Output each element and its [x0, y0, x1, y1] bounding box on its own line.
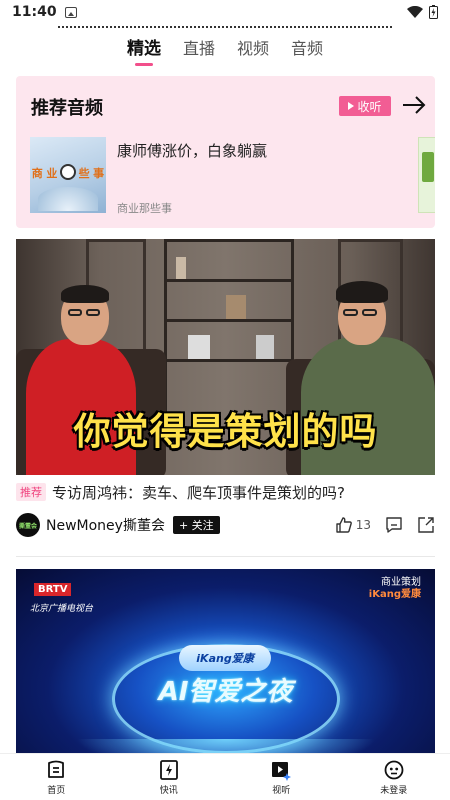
cover-char: 些 — [78, 167, 90, 180]
flash-icon — [159, 759, 178, 780]
bottom-navigation: 首页 快讯 视听 未登录 — [0, 753, 450, 800]
book — [226, 295, 246, 319]
guest-hair — [61, 285, 109, 303]
headphones-icon — [60, 164, 76, 180]
audio-section-title: 推荐音频 — [31, 98, 103, 119]
comment-icon[interactable] — [385, 516, 403, 534]
shelf — [164, 319, 294, 322]
avatar-text: 撕董会 — [18, 522, 37, 530]
avatar[interactable]: 撕董会 — [16, 513, 40, 537]
nav-video[interactable]: 视听 — [225, 754, 338, 800]
tab-live[interactable]: 直播 — [183, 34, 215, 64]
active-tab-indicator — [134, 63, 153, 66]
podcast-title[interactable]: 康师傅涨价，白象躺赢 — [117, 140, 267, 161]
status-time: 11:40 — [12, 4, 57, 20]
nav-flash[interactable]: 快讯 — [113, 754, 226, 800]
follow-button[interactable]: + 关注 — [172, 516, 220, 534]
play-icon — [348, 102, 355, 110]
video-caption: 你觉得是策划的吗 — [73, 410, 378, 453]
station-name: 北京广播电视台 — [30, 604, 94, 614]
arrow-right-icon[interactable] — [402, 94, 426, 116]
stage-glow — [76, 739, 376, 753]
guest-glasses — [68, 309, 82, 316]
tab-audio[interactable]: 音频 — [291, 34, 323, 64]
video-thumbnail-interview[interactable]: 你觉得是策划的吗 — [16, 239, 435, 475]
status-indicators — [407, 5, 438, 19]
like-count: 13 — [355, 518, 371, 532]
author-name[interactable]: NewMoney撕董会 — [46, 515, 165, 535]
shelf — [164, 279, 294, 282]
listen-button-label: 收听 — [357, 99, 382, 114]
like-button[interactable]: 13 — [335, 516, 371, 534]
tab-live-label: 直播 — [182, 39, 215, 58]
tab-audio-label: 音频 — [291, 39, 324, 58]
video-icon — [272, 761, 292, 781]
brand-cloud: iKang爱康 — [179, 645, 271, 671]
top-tabs: 精选 直播 视频 音频 — [0, 34, 450, 66]
podcast-source: 商业那些事 — [117, 202, 172, 215]
nav-profile-label: 未登录 — [380, 785, 408, 796]
recommended-audio-card: 推荐音频 收听 商 业 些 事 康师傅涨价，白象躺赢 商业那些事 — [16, 76, 435, 228]
article-actions: 13 — [335, 516, 435, 534]
sponsor-label: 商业策划 — [381, 577, 421, 588]
video-thumbnail-ai-night[interactable]: BRTV 北京广播电视台 商业策划 iKang爱康 iKang爱康 AI智爱之夜 — [16, 569, 435, 753]
nav-home[interactable]: 首页 — [0, 754, 113, 800]
nav-profile[interactable]: 未登录 — [338, 754, 450, 800]
tab-featured[interactable]: 精选 — [126, 34, 161, 66]
status-divider — [58, 26, 392, 28]
image-notification-icon — [64, 6, 77, 18]
sponsor-badge: 商业策划 iKang爱康 — [369, 577, 421, 601]
feed-divider — [16, 556, 435, 557]
photo-frame — [188, 335, 210, 359]
event-headline: AI智爱之夜 — [158, 677, 293, 707]
battery-icon — [429, 5, 438, 19]
tab-video[interactable]: 视频 — [237, 34, 269, 64]
wifi-icon — [407, 6, 423, 18]
tab-featured-label: 精选 — [126, 39, 161, 59]
cover-char: 业 — [46, 167, 58, 180]
cover-char: 事 — [93, 167, 105, 180]
cover-globe — [38, 187, 98, 211]
article-title-row[interactable]: 推荐 专访周鸿祎：卖车、爬车顶事件是策划的吗? — [16, 482, 435, 502]
host-hair — [336, 281, 388, 303]
guest-glasses — [86, 309, 100, 316]
recommend-badge: 推荐 — [16, 483, 46, 501]
article-title[interactable]: 专访周鸿祎：卖车、爬车顶事件是策划的吗? — [52, 482, 345, 503]
nav-flash-label: 快讯 — [159, 785, 178, 796]
next-podcast-cover[interactable] — [418, 137, 435, 213]
book — [176, 257, 186, 279]
photo-frame — [256, 335, 274, 359]
share-icon[interactable] — [417, 516, 435, 534]
sponsor-brand: iKang爱康 — [368, 589, 421, 600]
host-glasses — [362, 309, 377, 316]
author-row: 撕董会 NewMoney撕董会 + 关注 13 — [16, 512, 435, 538]
listen-button[interactable]: 收听 — [339, 96, 391, 116]
status-bar: 11:40 — [0, 0, 450, 24]
nav-video-label: 视听 — [272, 785, 291, 796]
shelf — [164, 359, 294, 362]
host-glasses — [343, 309, 358, 316]
podcast-cover[interactable]: 商 业 些 事 — [30, 137, 106, 213]
nav-home-label: 首页 — [47, 785, 66, 796]
cover-char: 商 — [31, 167, 43, 180]
thumbs-up-icon — [336, 517, 352, 533]
tab-video-label: 视频 — [236, 39, 269, 58]
user-icon — [384, 760, 404, 779]
home-icon — [48, 760, 65, 778]
brtv-logo: BRTV — [34, 583, 72, 596]
